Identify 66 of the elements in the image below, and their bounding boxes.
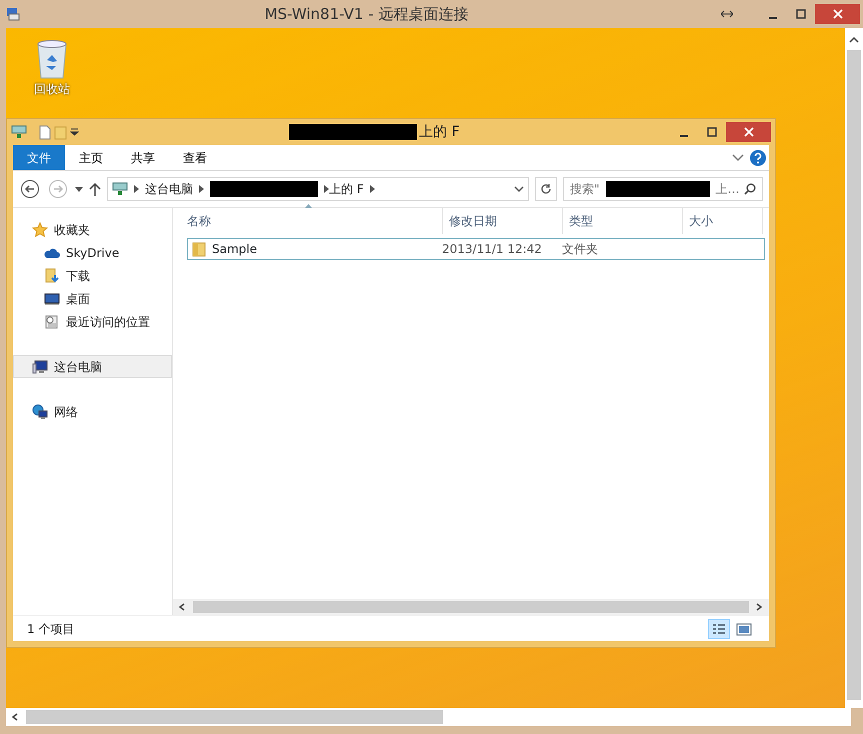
file-name[interactable]: Sample	[212, 240, 257, 258]
star-icon	[32, 222, 48, 238]
back-button[interactable]	[19, 179, 41, 199]
computer-icon	[32, 358, 48, 374]
search-field[interactable]: 搜索" 上…	[563, 177, 763, 201]
nav-item[interactable]: 这台电脑	[13, 355, 172, 378]
up-arrow-icon[interactable]	[89, 182, 101, 196]
help-icon[interactable]	[750, 150, 766, 166]
file-menu-button[interactable]: 文件	[13, 145, 65, 170]
window-title: MS-Win81-V1 - 远程桌面连接	[264, 4, 470, 25]
chevron-right-icon[interactable]	[134, 185, 139, 193]
column-header[interactable]: 名称	[181, 208, 443, 234]
vertical-scrollbar[interactable]	[845, 28, 863, 708]
window-title: 上的 F	[419, 122, 460, 142]
dropdown-icon[interactable]	[70, 128, 79, 136]
status-text: 1 个项目	[27, 620, 74, 638]
remote-desktop-icon	[6, 7, 20, 21]
chevron-right-icon[interactable]	[199, 185, 204, 193]
recent-places-icon	[44, 314, 60, 330]
table-cell-text: 文件夹	[562, 241, 599, 258]
column-header[interactable]: 大小	[683, 208, 763, 234]
close-icon	[744, 127, 754, 137]
horizontal-scrollbar[interactable]	[173, 599, 769, 615]
monitor-icon	[44, 290, 60, 306]
picture-icon	[736, 622, 752, 636]
ribbon-tab[interactable]: 共享	[117, 145, 169, 170]
close-button[interactable]	[815, 4, 860, 24]
address-bar[interactable]: 这台电脑 上的 F	[107, 177, 529, 201]
chevron-down-icon[interactable]	[732, 154, 744, 162]
refresh-icon	[540, 183, 552, 195]
chevron-right-icon[interactable]	[324, 185, 329, 193]
nav-item[interactable]: SkyDrive	[13, 241, 172, 264]
close-icon	[832, 9, 842, 19]
ribbon-tab[interactable]: 主页	[65, 145, 117, 170]
trash-bin-icon[interactable]	[35, 38, 69, 80]
nav-item[interactable]: 下载	[13, 264, 172, 287]
search-icon[interactable]	[744, 183, 756, 195]
breadcrumb-item[interactable]: 这台电脑	[145, 180, 193, 198]
chevron-right-icon[interactable]	[370, 185, 375, 193]
ribbon-tab[interactable]: 查看	[169, 145, 221, 170]
refresh-button[interactable]	[535, 177, 557, 201]
nav-item[interactable]: 收藏夹	[13, 218, 172, 241]
folder-icon	[192, 242, 206, 256]
close-button[interactable]	[726, 122, 771, 142]
download-folder-icon	[44, 268, 60, 284]
details-view-button[interactable]	[708, 618, 730, 638]
list-icon	[711, 622, 727, 636]
network-icon	[32, 404, 48, 420]
computer-icon	[11, 125, 27, 139]
breadcrumb-item[interactable]: 上的 F	[329, 180, 364, 198]
document-icon[interactable]	[39, 124, 51, 140]
horizontal-scrollbar[interactable]	[6, 708, 851, 726]
file-row[interactable]: Sample 2013/11/1 12:42 文件夹	[187, 238, 765, 260]
nav-item[interactable]: 最近访问的位置	[13, 310, 172, 333]
minimize-icon	[680, 135, 688, 137]
maximize-icon	[796, 9, 806, 19]
dropdown-icon[interactable]	[75, 186, 83, 192]
column-header[interactable]: 类型	[563, 208, 683, 234]
computer-icon	[112, 182, 128, 196]
table-cell-text: 2013/11/1 12:42	[442, 241, 543, 258]
nav-item[interactable]: 网络	[13, 400, 172, 423]
minimize-icon	[769, 17, 777, 19]
chevron-down-icon[interactable]	[514, 186, 524, 192]
column-header[interactable]: 修改日期	[443, 208, 563, 234]
maximize-icon	[707, 127, 717, 137]
nav-item[interactable]: 桌面	[13, 287, 172, 310]
